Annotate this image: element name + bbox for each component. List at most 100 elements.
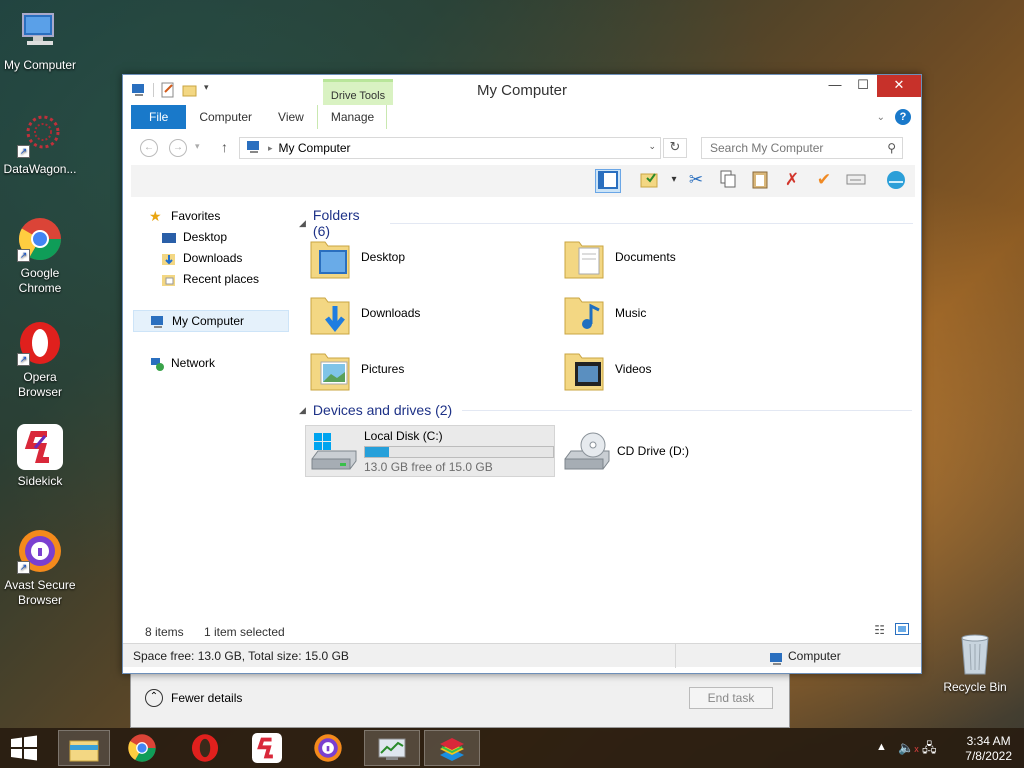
breadcrumb-arrow-icon[interactable]: ▸ bbox=[268, 143, 273, 154]
breadcrumb-my-computer[interactable]: My Computer bbox=[279, 141, 351, 155]
address-dropdown-icon[interactable]: ⌄ bbox=[648, 141, 656, 152]
nav-my-computer-label: My Computer bbox=[172, 314, 245, 328]
recent-locations-dropdown-icon[interactable]: ▾ bbox=[195, 141, 200, 152]
group-header-devices[interactable]: ◢ Devices and drives (2) bbox=[299, 402, 913, 418]
taskbar-chrome[interactable] bbox=[120, 730, 164, 766]
folder-documents[interactable]: Documents bbox=[563, 231, 813, 283]
downloads-folder-icon bbox=[309, 290, 353, 336]
copy-icon[interactable] bbox=[715, 169, 741, 193]
desktop-icon-my-computer[interactable]: My Computer bbox=[0, 8, 80, 73]
downloads-small-icon bbox=[161, 251, 177, 265]
show-hidden-icons-icon[interactable]: ▲ bbox=[876, 741, 887, 753]
taskbar-opera[interactable] bbox=[183, 730, 227, 766]
folder-music[interactable]: Music bbox=[563, 287, 813, 339]
cd-drive-icon bbox=[563, 431, 611, 471]
nav-network[interactable]: Network bbox=[149, 352, 305, 374]
clock[interactable]: 3:34 AM 7/8/2022 bbox=[965, 734, 1012, 764]
paste-icon[interactable] bbox=[747, 169, 773, 193]
desktop-icon-label: Recycle Bin bbox=[943, 680, 1007, 694]
refresh-button[interactable]: ↻ bbox=[663, 138, 687, 158]
taskbar-bluestacks[interactable] bbox=[424, 730, 480, 766]
datawagon-icon: ↗ bbox=[17, 112, 63, 158]
tab-file[interactable]: File bbox=[131, 105, 187, 129]
help-icon[interactable]: ? bbox=[895, 109, 911, 125]
tab-manage[interactable]: Manage bbox=[316, 105, 387, 129]
command-toolbar: ▾ ✂ ✗ ✔ bbox=[131, 165, 915, 197]
nav-my-computer[interactable]: My Computer bbox=[133, 310, 289, 332]
desktop-icon-opera[interactable]: ↗ Opera Browser bbox=[0, 320, 80, 400]
pictures-folder-icon bbox=[309, 346, 353, 392]
delete-icon[interactable]: ✗ bbox=[779, 169, 805, 193]
folder-label: Downloads bbox=[361, 306, 421, 320]
computer-small-icon bbox=[246, 140, 262, 157]
folder-videos[interactable]: Videos bbox=[563, 343, 813, 395]
drive-cd-d[interactable]: CD Drive (D:) bbox=[559, 425, 809, 477]
tab-view[interactable]: View bbox=[265, 105, 317, 129]
group-header-devices-label: Devices and drives (2) bbox=[312, 402, 453, 418]
drive-local-disk-c[interactable]: Local Disk (C:) 13.0 GB free of 15.0 GB bbox=[305, 425, 555, 477]
close-button[interactable]: ✕ bbox=[877, 75, 921, 97]
drive-info-icon[interactable] bbox=[843, 169, 869, 193]
back-button[interactable]: ← bbox=[140, 139, 158, 157]
tab-computer[interactable]: Computer bbox=[186, 105, 265, 129]
desktop-icon-label: DataWagon... bbox=[3, 162, 77, 176]
fewer-details-link[interactable]: ⌃ Fewer details bbox=[145, 689, 242, 707]
shortcut-arrow-icon: ↗ bbox=[17, 353, 30, 366]
recycle-bin-icon bbox=[952, 630, 998, 676]
nav-desktop-label: Desktop bbox=[183, 230, 228, 244]
recent-places-icon bbox=[161, 272, 177, 286]
folder-label: Music bbox=[615, 306, 647, 320]
desktop-icon-avast[interactable]: ↗ Avast Secure Browser bbox=[0, 528, 80, 608]
nav-recent-places-label: Recent places bbox=[183, 272, 260, 286]
taskbar-sidekick[interactable] bbox=[245, 730, 289, 766]
properties-folder-icon[interactable] bbox=[637, 169, 663, 193]
nav-favorites-label: Favorites bbox=[171, 209, 221, 223]
forward-button[interactable]: → bbox=[169, 139, 187, 157]
search-icon: ⚲ bbox=[887, 141, 896, 155]
videos-folder-icon bbox=[563, 346, 607, 392]
nav-favorites[interactable]: ★ Favorites bbox=[149, 205, 305, 227]
title-bar[interactable]: ▾ Drive Tools My Computer — ☐ ✕ bbox=[123, 75, 921, 105]
computer-icon bbox=[17, 8, 63, 54]
navigation-pane: ★ Favorites Desktop Downloads Recent pla… bbox=[131, 201, 291, 619]
desktop-icon-label: Google Chrome bbox=[18, 266, 62, 295]
computer-small-icon bbox=[150, 314, 166, 328]
expand-ribbon-icon[interactable]: ⌄ bbox=[877, 112, 885, 123]
details-view-icon[interactable]: ☷ bbox=[874, 623, 885, 637]
minimize-button[interactable]: — bbox=[821, 75, 849, 97]
taskbar-avast[interactable] bbox=[306, 730, 350, 766]
end-task-button[interactable]: End task bbox=[689, 687, 773, 709]
desktop-icon-label: My Computer bbox=[3, 58, 77, 72]
folder-desktop[interactable]: Desktop bbox=[309, 231, 559, 283]
network-tray-icon[interactable]: 🖧 bbox=[922, 739, 937, 761]
cut-icon[interactable]: ✂ bbox=[683, 169, 709, 193]
bluestacks-icon bbox=[440, 738, 464, 761]
ribbon-tabs: File Computer View Manage bbox=[131, 105, 387, 129]
desktop-icon-recycle-bin[interactable]: Recycle Bin bbox=[935, 630, 1015, 695]
up-button[interactable]: ↑ bbox=[221, 139, 228, 155]
preview-pane-button[interactable] bbox=[595, 169, 621, 193]
rename-check-icon[interactable]: ✔ bbox=[811, 169, 837, 193]
taskbar-task-manager[interactable] bbox=[364, 730, 420, 766]
folder-downloads[interactable]: Downloads bbox=[309, 287, 559, 339]
address-bar[interactable]: ▸ My Computer ⌄ bbox=[239, 137, 661, 159]
maximize-button[interactable]: ☐ bbox=[849, 75, 877, 97]
network-icon bbox=[149, 356, 165, 371]
opera-icon bbox=[191, 734, 219, 762]
shell-icon[interactable] bbox=[883, 169, 909, 193]
desktop-icon-datawagon[interactable]: ↗ DataWagon... bbox=[0, 112, 80, 177]
taskbar-file-explorer[interactable] bbox=[58, 730, 110, 766]
desktop-icon-chrome[interactable]: ↗ Google Chrome bbox=[0, 216, 80, 296]
large-icons-view-icon[interactable] bbox=[895, 623, 909, 638]
address-row: ← → ▾ ↑ ▸ My Computer ⌄ ↻ Search My Comp… bbox=[131, 135, 915, 161]
space-info: Space free: 13.0 GB, Total size: 15.0 GB bbox=[133, 649, 349, 663]
chrome-icon bbox=[128, 734, 156, 762]
folder-pictures[interactable]: Pictures bbox=[309, 343, 559, 395]
volume-muted-icon[interactable]: 🔈x bbox=[898, 740, 919, 756]
drive-info: CD Drive (D:) bbox=[617, 444, 689, 458]
search-input[interactable]: Search My Computer ⚲ bbox=[701, 137, 903, 159]
chrome-icon: ↗ bbox=[17, 216, 63, 262]
folder-label: Desktop bbox=[361, 250, 406, 264]
desktop-icon-sidekick[interactable]: Sidekick bbox=[0, 424, 80, 489]
start-button[interactable] bbox=[2, 730, 46, 766]
